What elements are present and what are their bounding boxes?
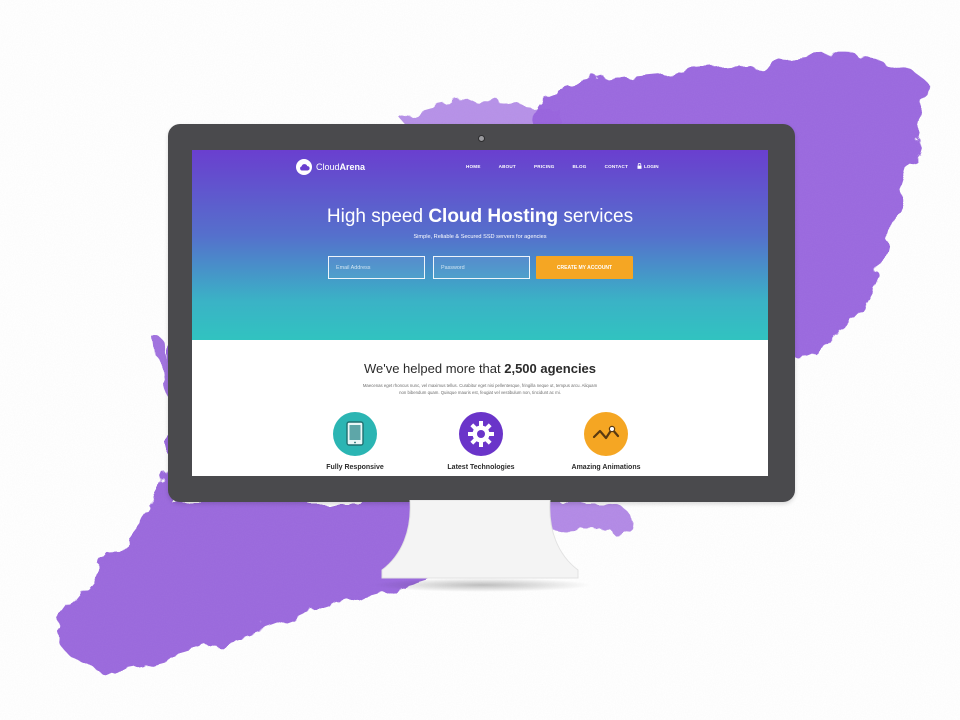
tablet-icon <box>333 412 377 456</box>
top-navigation: CloudArena HOME ABOUT PRICING BLOG CONTA… <box>192 150 768 184</box>
cloud-icon <box>296 159 312 175</box>
brand-name-bold: Arena <box>339 162 366 172</box>
hero-subtitle: Simple, Reliable & Secured SSD servers f… <box>413 234 547 240</box>
nav-item-about[interactable]: ABOUT <box>499 164 516 169</box>
lock-icon <box>637 163 642 169</box>
brand-logo[interactable]: CloudArena <box>296 159 365 175</box>
agencies-description: Maecenas eget rhoncus nunc, vel maximus … <box>362 383 598 395</box>
website-screen: CloudArena HOME ABOUT PRICING BLOG CONTA… <box>192 150 768 476</box>
feature-technologies: Latest Technologies <box>421 412 541 471</box>
nav-item-contact[interactable]: CONTACT <box>605 164 629 169</box>
email-field[interactable] <box>328 256 425 279</box>
chart-line-icon <box>584 412 628 456</box>
feature-animations: Amazing Animations <box>546 412 666 471</box>
stand-shadow <box>372 578 592 592</box>
feature-label: Latest Technologies <box>447 464 515 471</box>
agencies-title-pre: We've helped more that <box>363 361 505 376</box>
agencies-title-bold: 2,500 agencies <box>504 361 597 376</box>
create-account-button[interactable]: CREATE MY ACCOUNT <box>536 256 633 279</box>
hero-title: High speed Cloud Hosting services <box>192 206 768 228</box>
hero-title-post: services <box>558 206 634 227</box>
nav-item-home[interactable]: HOME <box>466 164 481 169</box>
password-field[interactable] <box>433 256 530 279</box>
feature-responsive: Fully Responsive <box>295 412 415 471</box>
agencies-title: We've helped more that 2,500 agencies <box>192 361 768 376</box>
hero-section: CloudArena HOME ABOUT PRICING BLOG CONTA… <box>192 150 768 340</box>
login-label: LOGIN <box>644 163 659 169</box>
nav-item-blog[interactable]: BLOG <box>572 164 586 169</box>
gear-icon <box>459 412 503 456</box>
brand-name-light: Cloud <box>316 162 340 172</box>
hero-title-bold: Cloud Hosting <box>428 206 559 227</box>
nav-item-pricing[interactable]: PRICING <box>534 164 555 169</box>
feature-label: Amazing Animations <box>571 464 641 471</box>
webcam-icon <box>478 135 485 142</box>
monitor-stand <box>381 500 579 579</box>
nav-links: HOME ABOUT PRICING BLOG CONTACT <box>466 164 646 169</box>
feature-label: Fully Responsive <box>326 464 384 471</box>
brand-name: CloudArena <box>316 162 365 172</box>
hero-title-pre: High speed <box>326 206 429 227</box>
login-link[interactable]: LOGIN <box>637 163 659 169</box>
